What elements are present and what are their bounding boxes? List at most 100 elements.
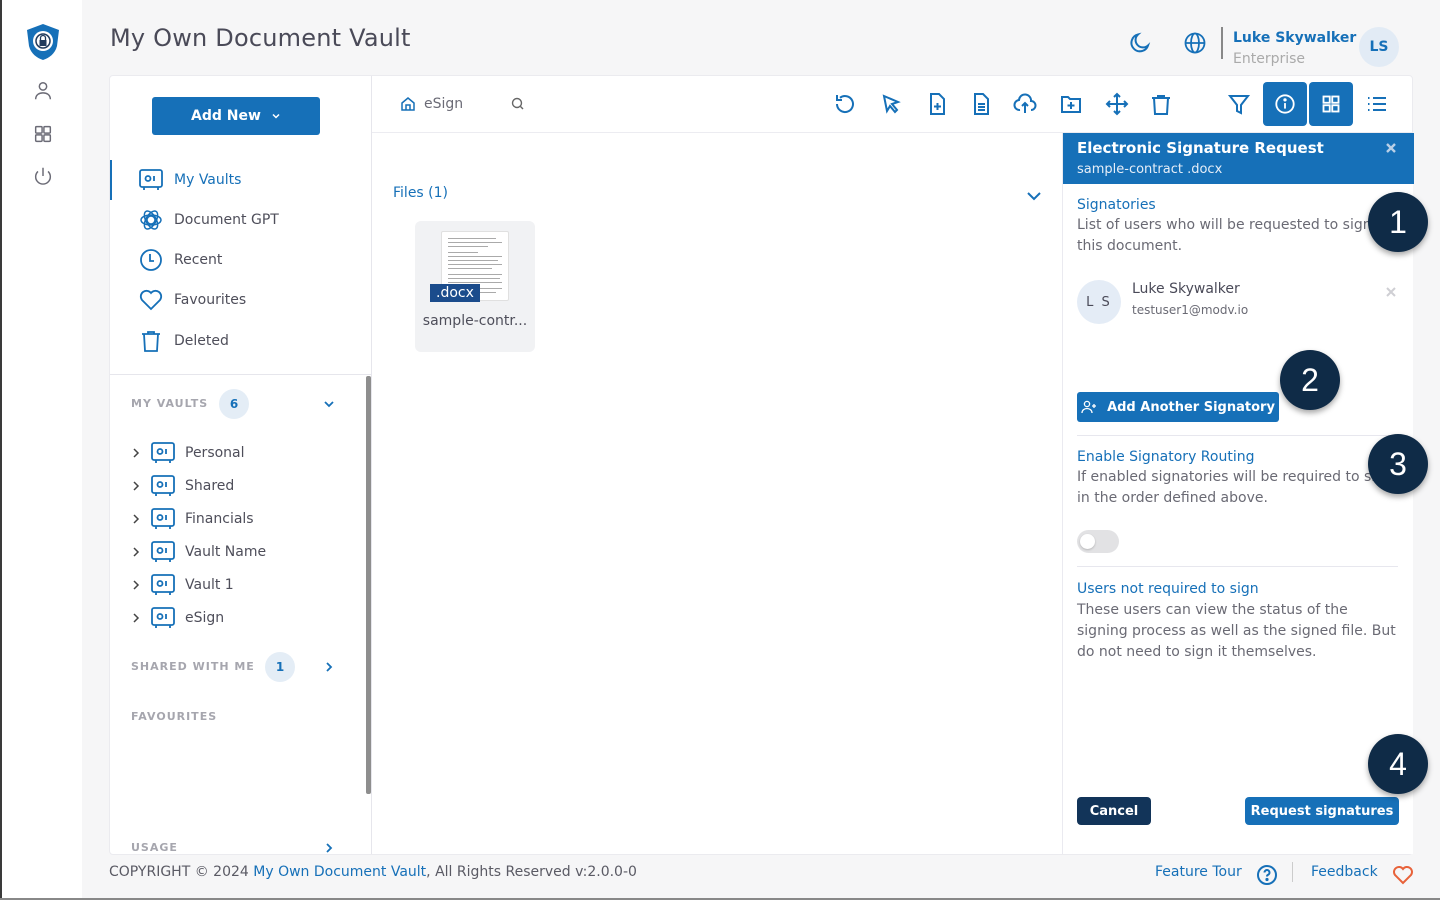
sidebar-scrollbar[interactable] — [366, 376, 371, 794]
sidebar-item-deleted[interactable]: Deleted — [138, 327, 229, 355]
esign-panel-header: Electronic Signature Request sample-cont… — [1063, 133, 1414, 184]
user-icon[interactable] — [32, 80, 54, 102]
chevron-right-icon[interactable] — [130, 579, 142, 591]
move-icon[interactable] — [1105, 92, 1129, 116]
help-circle-icon[interactable] — [1256, 864, 1278, 886]
new-file-icon[interactable] — [925, 92, 949, 116]
chevron-right-icon[interactable] — [322, 841, 336, 855]
add-new-button[interactable]: Add New — [152, 97, 320, 135]
not-required-description: These users can view the status of the s… — [1077, 602, 1396, 660]
chevron-right-icon[interactable] — [130, 546, 142, 558]
select-cursor-icon[interactable] — [879, 92, 903, 116]
remove-signer-icon[interactable] — [1385, 286, 1397, 298]
chevron-right-icon[interactable] — [130, 612, 142, 624]
vault-icon — [151, 508, 175, 529]
shared-count-badge: 1 — [265, 652, 295, 682]
vault-item-shared[interactable]: Shared — [130, 472, 234, 500]
heart-icon[interactable] — [1392, 864, 1414, 886]
header-separator — [1221, 27, 1223, 59]
grid-view-icon — [1322, 95, 1340, 113]
brand-link[interactable]: My Own Document Vault — [253, 864, 426, 880]
feature-tour-link[interactable]: Feature Tour — [1155, 864, 1242, 880]
vault-item-personal[interactable]: Personal — [130, 439, 245, 467]
active-indicator — [110, 160, 112, 200]
file-name: sample-contr... — [422, 313, 528, 329]
footer-copyright: COPYRIGHT © 2024 My Own Document Vault, … — [109, 864, 637, 880]
signatory-routing-toggle[interactable] — [1077, 530, 1119, 553]
signer-avatar: L S — [1077, 280, 1121, 324]
panel-divider — [1077, 566, 1398, 567]
add-user-icon — [1081, 400, 1097, 414]
footer-separator — [1292, 862, 1293, 882]
my-vaults-count-badge: 6 — [219, 389, 249, 419]
usage-section-label[interactable]: USAGE — [131, 841, 178, 854]
signer-name: Luke Skywalker — [1132, 281, 1240, 297]
document-icon[interactable] — [969, 92, 993, 116]
moon-icon[interactable] — [1128, 31, 1152, 55]
vault-icon — [151, 541, 175, 562]
chevron-right-icon[interactable] — [130, 447, 142, 459]
chevron-down-icon[interactable] — [1025, 189, 1043, 203]
step-marker-1: 1 — [1368, 192, 1428, 252]
sidebar: Add New My Vaults Document GPT Recent Fa… — [110, 76, 372, 854]
info-button[interactable] — [1263, 82, 1307, 126]
vault-name: Vault Name — [185, 544, 267, 560]
add-another-signatory-button[interactable]: Add Another Signatory — [1077, 392, 1279, 422]
vault-icon — [139, 169, 163, 190]
vault-item-vault-1[interactable]: Vault 1 — [130, 571, 234, 599]
file-tile[interactable]: .docx sample-contr... — [415, 221, 535, 352]
chevron-down-icon — [272, 113, 280, 119]
delete-icon[interactable] — [1149, 92, 1173, 116]
feedback-link[interactable]: Feedback — [1311, 864, 1378, 880]
esign-panel-filename: sample-contract .docx — [1077, 162, 1223, 177]
vault-icon — [151, 574, 175, 595]
sidebar-item-document-gpt[interactable]: Document GPT — [138, 206, 279, 234]
vault-name: Vault 1 — [185, 577, 234, 593]
chevron-down-icon[interactable] — [322, 397, 336, 411]
signer-email: testuser1@modv.io — [1132, 303, 1249, 317]
vault-name: Shared — [185, 478, 235, 494]
vault-icon — [151, 607, 175, 628]
toggle-knob — [1080, 534, 1095, 549]
close-icon[interactable] — [1384, 141, 1398, 155]
chevron-right-icon[interactable] — [130, 480, 142, 492]
sidebar-item-label: My Vaults — [174, 172, 242, 188]
vault-name: Personal — [185, 445, 245, 461]
main-card: Add New My Vaults Document GPT Recent Fa… — [109, 75, 1414, 855]
chevron-right-icon[interactable] — [130, 513, 142, 525]
user-name[interactable]: Luke Skywalker — [1233, 30, 1356, 46]
signatories-heading: Signatories — [1077, 197, 1156, 213]
user-avatar[interactable]: LS — [1359, 27, 1399, 67]
sidebar-item-recent[interactable]: Recent — [138, 246, 222, 274]
sidebar-item-favourites[interactable]: Favourites — [138, 286, 246, 314]
files-section-label[interactable]: Files (1) — [393, 185, 448, 201]
upload-cloud-icon[interactable] — [1013, 92, 1037, 116]
request-signatures-button[interactable]: Request signatures — [1245, 797, 1399, 825]
vault-item-financials[interactable]: Financials — [130, 505, 254, 533]
refresh-icon[interactable] — [833, 92, 857, 116]
dashboard-grid-icon[interactable] — [32, 123, 54, 145]
list-view-icon[interactable] — [1365, 92, 1389, 116]
vault-icon — [151, 442, 175, 463]
search-icon[interactable] — [510, 96, 526, 112]
vault-item-vault-name[interactable]: Vault Name — [130, 538, 266, 566]
filter-icon[interactable] — [1227, 92, 1251, 116]
left-rail — [0, 0, 82, 900]
power-icon[interactable] — [32, 165, 54, 187]
signatories-description: List of users who will be requested to s… — [1077, 217, 1372, 254]
trash-icon — [142, 331, 160, 352]
info-icon — [1275, 94, 1295, 114]
breadcrumb-label: eSign — [424, 96, 464, 112]
cancel-button[interactable]: Cancel — [1077, 797, 1151, 825]
clock-icon — [140, 249, 162, 271]
breadcrumb[interactable]: eSign — [400, 96, 463, 112]
sidebar-item-label: Deleted — [174, 333, 229, 349]
sidebar-item-my-vaults[interactable]: My Vaults — [138, 166, 241, 194]
shield-logo-icon[interactable] — [24, 22, 62, 62]
shared-with-me-label[interactable]: SHARED WITH ME — [131, 660, 255, 673]
chevron-right-icon[interactable] — [322, 660, 336, 674]
grid-view-button[interactable] — [1309, 82, 1353, 126]
vault-item-esign[interactable]: eSign — [130, 604, 224, 632]
globe-icon[interactable] — [1183, 31, 1207, 55]
new-folder-icon[interactable] — [1059, 92, 1083, 116]
